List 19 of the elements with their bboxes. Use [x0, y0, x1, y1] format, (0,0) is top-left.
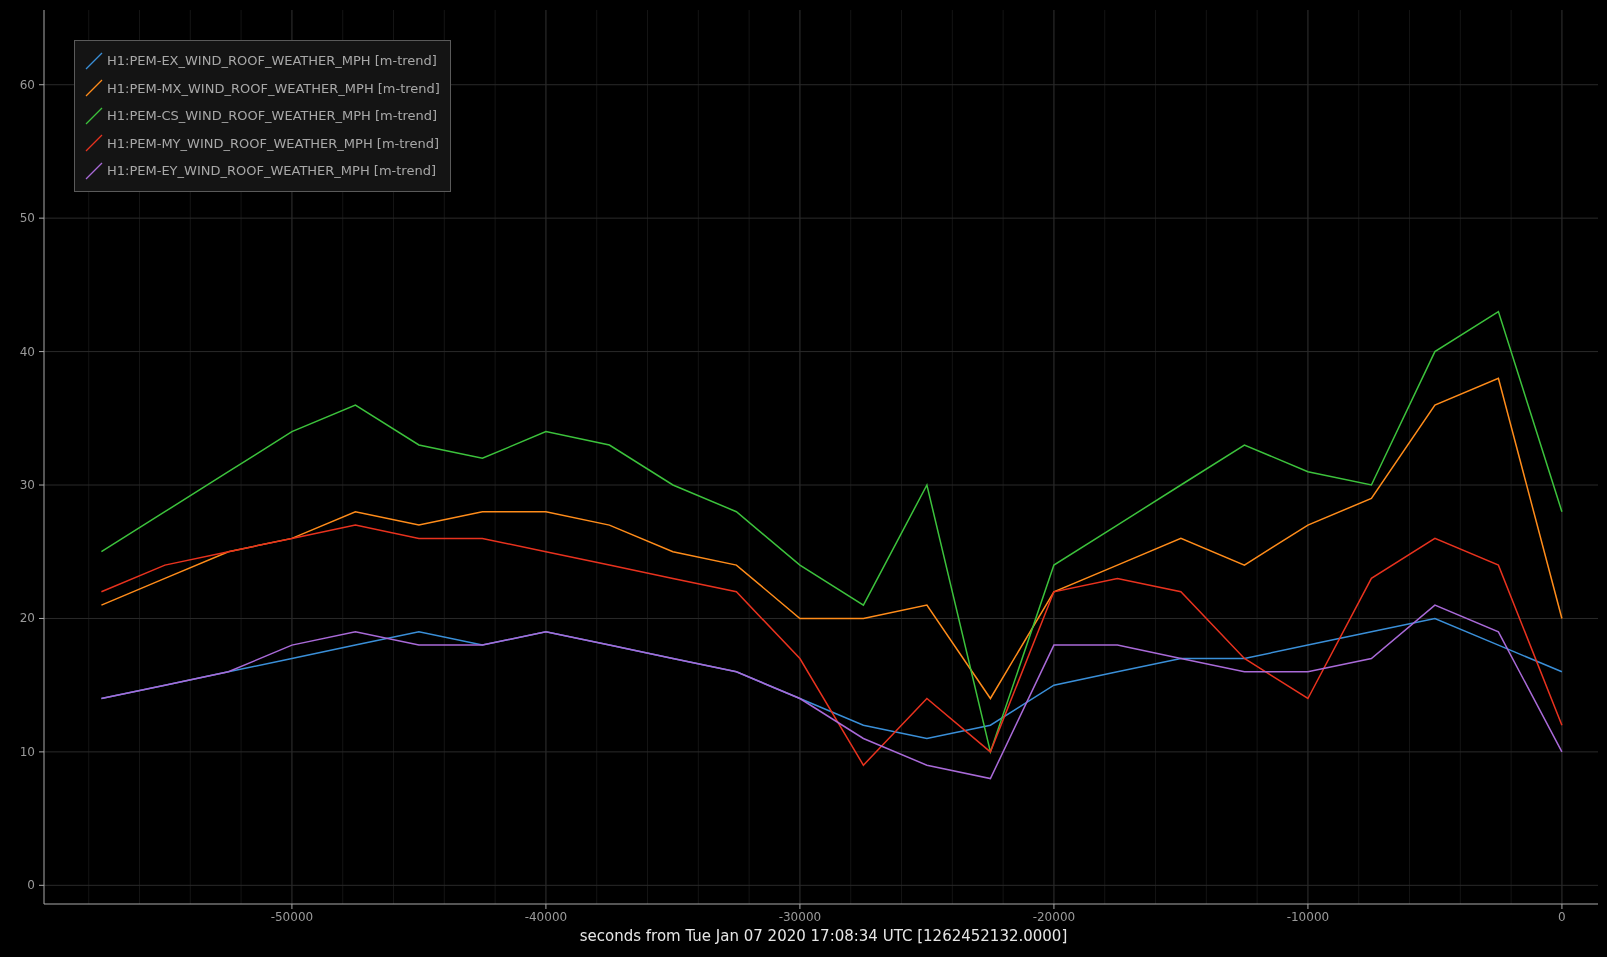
x-tick-label: -20000	[1032, 910, 1076, 924]
y-tick-label: 10	[19, 744, 35, 759]
x-axis-label: seconds from Tue Jan 07 2020 17:08:34 UTC [1262452132.0000]	[579, 926, 1068, 946]
legend-label: H1:PEM-MX_WIND_ROOF_WEATHER_MPH [m-trend]	[107, 79, 440, 98]
legend-label: H1:PEM-EY_WIND_ROOF_WEATHER_MPH [m-trend]	[107, 162, 436, 180]
x-tick-label: 0	[1558, 910, 1566, 924]
x-tick-label: -30000	[778, 910, 822, 924]
y-tick-label: 0	[27, 878, 35, 893]
y-tick-label: 40	[19, 344, 35, 359]
y-tick-label: 30	[19, 478, 35, 492]
legend-label: H1:PEM-EX_WIND_ROOF_WEATHER_MPH [m-trend]	[107, 52, 437, 70]
legend-label: H1:PEM-CS_WIND_ROOF_WEATHER_MPH [m-trend]	[107, 107, 438, 125]
y-tick-label: 20	[19, 611, 35, 626]
x-tick-label: -40000	[524, 910, 568, 924]
y-tick-label: 60	[19, 77, 35, 92]
x-tick-label: -50000	[270, 910, 314, 924]
x-tick-label: -10000	[1286, 910, 1330, 924]
legend-label: H1:PEM-MY_WIND_ROOF_WEATHER_MPH [m-trend]	[107, 134, 439, 153]
y-tick-label: 50	[19, 211, 35, 226]
